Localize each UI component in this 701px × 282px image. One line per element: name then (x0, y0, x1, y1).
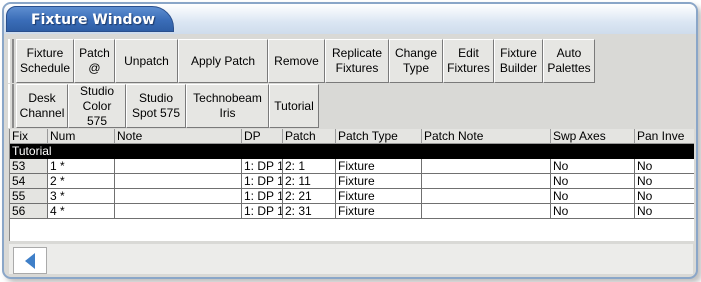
unpatch-button[interactable]: Unpatch (115, 39, 178, 83)
table-header: Fix Num Note DP Patch Patch Type Patch Note Swp… (10, 129, 694, 144)
studio-spot-575-button[interactable]: Studio Spot 575 (126, 84, 186, 128)
table-cell-patch-note[interactable] (422, 159, 551, 174)
table-cell-dp[interactable]: 1: DP 1 (242, 204, 283, 219)
tutorial-button[interactable]: Tutorial (269, 84, 319, 128)
table-cell-patch-type[interactable]: Fixture (336, 204, 422, 219)
table-row[interactable]: 56 4 * 1: DP 1 2: 31 Fixture No No (10, 204, 694, 219)
table-cell-num[interactable]: 2 * (48, 174, 115, 189)
title-bar: Fixture Window (4, 4, 696, 34)
fixture-window: Fixture Window Fixture Schedule Patch @ Un… (2, 2, 698, 279)
table-row[interactable]: 55 3 * 1: DP 1 2: 21 Fixture No No (10, 189, 694, 204)
column-header-num[interactable]: Num (48, 129, 115, 144)
patch-button[interactable]: Patch @ (74, 39, 115, 83)
desk-channel-button[interactable]: Desk Channel (16, 84, 68, 128)
table-cell-patch[interactable]: 2: 11 (283, 174, 336, 189)
table-cell-patch[interactable]: 2: 1 (283, 159, 336, 174)
table-cell-note[interactable] (115, 204, 242, 219)
table-cell-fix[interactable]: 55 (10, 189, 48, 204)
table-row[interactable]: 53 1 * 1: DP 1 2: 1 Fixture No No (10, 159, 694, 174)
auto-palettes-button[interactable]: Auto Palettes (543, 39, 595, 83)
change-type-button[interactable]: Change Type (389, 39, 443, 83)
window-title: Fixture Window (31, 12, 156, 28)
triangle-left-icon (25, 252, 35, 269)
column-header-patch[interactable]: Patch (283, 129, 336, 144)
table-cell-patch-note[interactable] (422, 189, 551, 204)
column-header-fix[interactable]: Fix (10, 129, 48, 144)
toolbar-primary: Fixture Schedule Patch @ Unpatch Apply Patc… (8, 39, 595, 83)
table-cell-patch-note[interactable] (422, 174, 551, 189)
table-cell-patch[interactable]: 2: 31 (283, 204, 336, 219)
group-row-tutorial[interactable]: Tutorial (10, 144, 694, 159)
fixture-schedule-button[interactable]: Fixture Schedule (16, 39, 74, 83)
table-cell-dp[interactable]: 1: DP 1 (242, 189, 283, 204)
technobeam-iris-button[interactable]: Technobeam Iris (186, 84, 269, 128)
table-cell-swp-axes[interactable]: No (551, 159, 635, 174)
bottom-bar (9, 244, 693, 274)
table-cell-patch-type[interactable]: Fixture (336, 174, 422, 189)
table-cell-note[interactable] (115, 189, 242, 204)
table-row[interactable]: 54 2 * 1: DP 1 2: 11 Fixture No No (10, 174, 694, 189)
table-cell-patch-note[interactable] (422, 204, 551, 219)
table-cell-swp-axes[interactable]: No (551, 189, 635, 204)
table-cell-pan-inve[interactable]: No (635, 159, 694, 174)
table-cell-num[interactable]: 1 * (48, 159, 115, 174)
table-cell-pan-inve[interactable]: No (635, 189, 694, 204)
column-header-pan-inve[interactable]: Pan Inve (635, 129, 694, 144)
table-cell-patch[interactable]: 2: 21 (283, 189, 336, 204)
table-cell-fix[interactable]: 53 (10, 159, 48, 174)
table-cell-dp[interactable]: 1: DP 1 (242, 174, 283, 189)
table-cell-pan-inve[interactable]: No (635, 174, 694, 189)
toolbar-grip[interactable] (8, 84, 14, 128)
column-header-dp[interactable]: DP (242, 129, 283, 144)
column-header-swp-axes[interactable]: Swp Axes (551, 129, 635, 144)
apply-patch-button[interactable]: Apply Patch (178, 39, 268, 83)
table-cell-fix[interactable]: 54 (10, 174, 48, 189)
studio-color-575-button[interactable]: Studio Color 575 (68, 84, 126, 128)
column-header-patch-note[interactable]: Patch Note (422, 129, 551, 144)
table-cell-fix[interactable]: 56 (10, 204, 48, 219)
title-tab[interactable]: Fixture Window (6, 6, 174, 32)
table-cell-patch-type[interactable]: Fixture (336, 159, 422, 174)
replicate-fixtures-button[interactable]: Replicate Fixtures (325, 39, 389, 83)
table-cell-note[interactable] (115, 159, 242, 174)
toolbar-grip[interactable] (8, 39, 14, 83)
column-header-note[interactable]: Note (115, 129, 242, 144)
scroll-left-button[interactable] (13, 247, 47, 274)
table-cell-num[interactable]: 4 * (48, 204, 115, 219)
edit-fixtures-button[interactable]: Edit Fixtures (443, 39, 494, 83)
table-cell-dp[interactable]: 1: DP 1 (242, 159, 283, 174)
table-cell-patch-type[interactable]: Fixture (336, 189, 422, 204)
table-cell-swp-axes[interactable]: No (551, 174, 635, 189)
fixture-builder-button[interactable]: Fixture Builder (494, 39, 543, 83)
remove-button[interactable]: Remove (268, 39, 325, 83)
column-header-patch-type[interactable]: Patch Type (336, 129, 422, 144)
table-cell-pan-inve[interactable]: No (635, 204, 694, 219)
table-cell-note[interactable] (115, 174, 242, 189)
table-cell-num[interactable]: 3 * (48, 189, 115, 204)
table-cell-swp-axes[interactable]: No (551, 204, 635, 219)
toolbar-fixture-types: Desk Channel Studio Color 575 Studio Spot … (8, 84, 319, 128)
fixture-table: Fix Num Note DP Patch Patch Type Patch Note Swp… (9, 129, 694, 241)
